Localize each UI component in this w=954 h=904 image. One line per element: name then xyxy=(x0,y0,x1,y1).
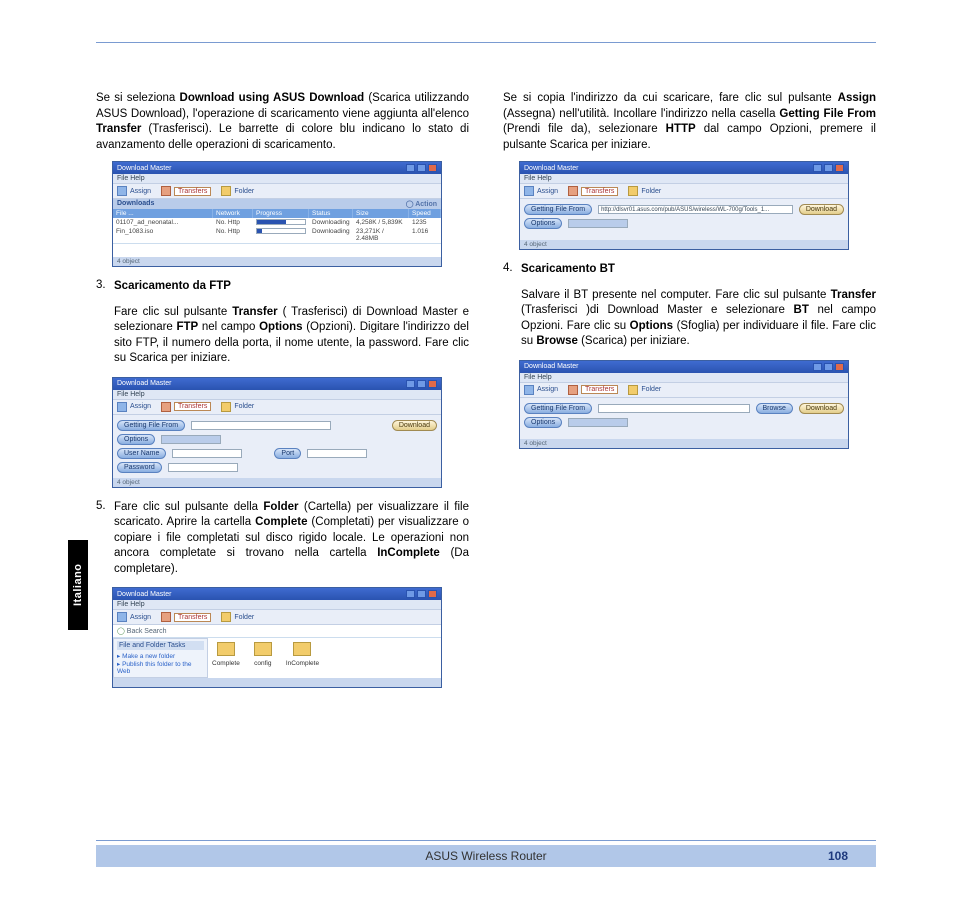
step-3-title: Scaricamento da FTP xyxy=(114,280,231,292)
left-column: Se si seleziona Download using ASUS Down… xyxy=(96,91,469,698)
language-tab: Italiano xyxy=(68,540,88,630)
left-intro-para: Se si seleziona Download using ASUS Down… xyxy=(96,91,469,153)
screenshot-folder: Download Master File Help Assign Transfe… xyxy=(112,587,442,688)
step-3: 3. Scaricamento da FTP Fare clic sul pul… xyxy=(96,279,469,367)
step-4: 4. Scaricamento BT Salvare il BT present… xyxy=(503,262,876,350)
screenshot-ftp: Download Master File Help Assign Transfe… xyxy=(112,377,442,488)
screenshot-bt: Download Master File Help Assign Transfe… xyxy=(519,360,849,449)
screenshot-transfer-list: Download Master File Help Assign Transfe… xyxy=(112,161,442,267)
page-footer: ASUS Wireless Router 108 xyxy=(96,840,876,867)
right-intro-para: Se si copia l'indirizzo da cui scaricare… xyxy=(503,91,876,153)
footer-title: ASUS Wireless Router xyxy=(425,849,546,863)
step-4-title: Scaricamento BT xyxy=(521,263,615,275)
top-rule xyxy=(96,42,876,43)
screenshot-http: Download Master File Help Assign Transfe… xyxy=(519,161,849,250)
page-number: 108 xyxy=(828,849,848,863)
page-content: Se si seleziona Download using ASUS Down… xyxy=(96,42,876,698)
window-buttons xyxy=(406,164,437,172)
step-5: 5. Fare clic sul pulsante della Folder (… xyxy=(96,500,469,578)
right-column: Se si copia l'indirizzo da cui scaricare… xyxy=(503,91,876,698)
